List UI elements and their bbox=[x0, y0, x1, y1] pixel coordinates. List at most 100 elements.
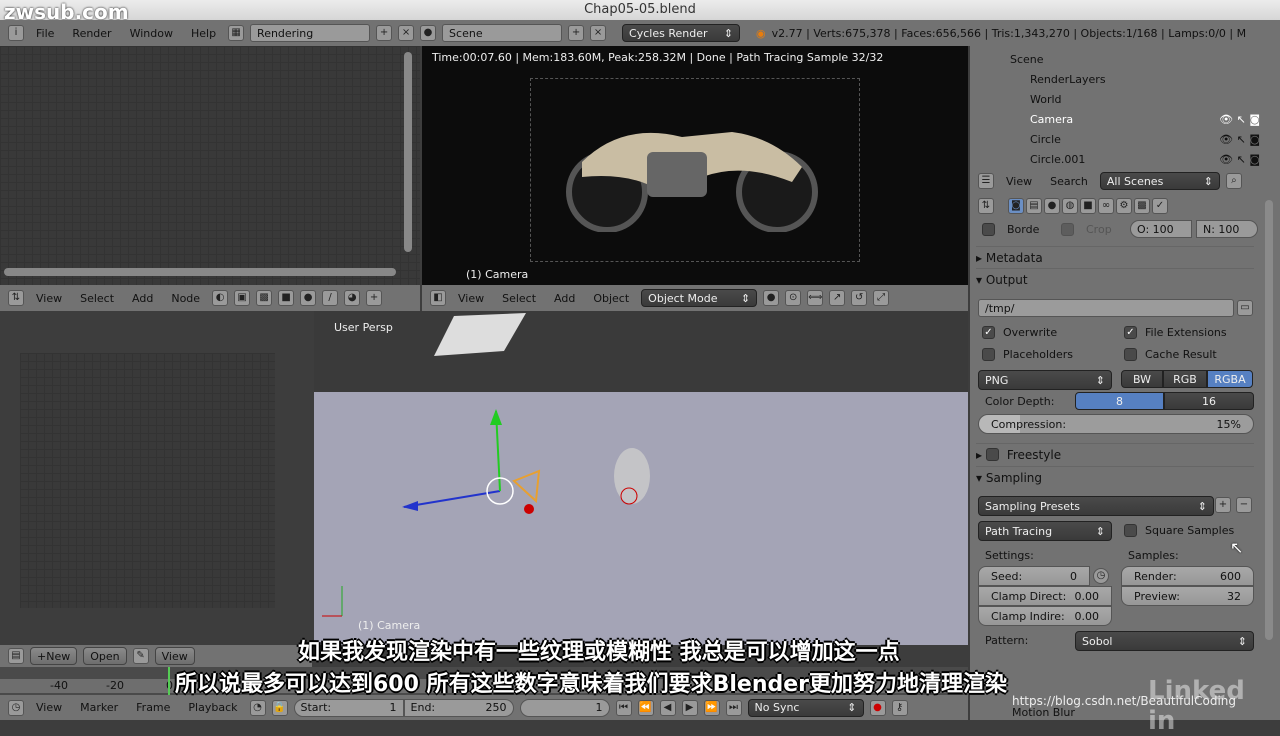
scale-icon[interactable]: ⤢ bbox=[873, 290, 890, 306]
folder-icon[interactable]: ▭ bbox=[1237, 300, 1253, 316]
engine-select[interactable]: Cycles Render ⇕ bbox=[622, 24, 741, 42]
integrator-select[interactable]: Path Tracing ⇕ bbox=[978, 521, 1112, 541]
properties-scrollbar[interactable] bbox=[1265, 200, 1273, 640]
add-preset-icon[interactable]: + bbox=[1215, 497, 1231, 513]
file-extensions-checkbox[interactable]: ✓ bbox=[1124, 326, 1137, 339]
preview-samples-field[interactable]: Preview: 32 bbox=[1121, 586, 1254, 606]
close-icon[interactable]: × bbox=[398, 25, 415, 41]
placeholders-row[interactable]: Placeholders bbox=[982, 348, 1073, 361]
menu-view[interactable]: View bbox=[1000, 175, 1038, 188]
pattern-select[interactable]: Sobol ⇕ bbox=[1075, 631, 1254, 651]
search-icon[interactable]: ⌕ bbox=[1225, 173, 1242, 189]
metadata-section[interactable]: ▸ Metadata bbox=[976, 246, 1254, 268]
current-frame-field[interactable]: 1 bbox=[519, 698, 610, 717]
compression-slider[interactable]: Compression: 15% bbox=[978, 414, 1254, 434]
seed-field[interactable]: Seed: 0 bbox=[978, 566, 1090, 586]
remove-preset-icon[interactable]: − bbox=[1236, 497, 1252, 513]
menu-render[interactable]: Render bbox=[66, 27, 117, 40]
object-tab-icon[interactable]: ■ bbox=[1080, 198, 1096, 214]
lock-icon[interactable]: 🔒 bbox=[271, 699, 288, 716]
view-menu[interactable]: View bbox=[154, 647, 195, 665]
editor-type-icon[interactable]: ◷ bbox=[8, 699, 24, 716]
outliner-item-scene[interactable]: Scene bbox=[970, 49, 1280, 69]
crop-checkbox[interactable] bbox=[1061, 222, 1074, 236]
jump-start-icon[interactable]: ⏮ bbox=[615, 699, 632, 716]
end-frame-field[interactable]: End: 250 bbox=[403, 698, 514, 717]
menu-search[interactable]: Search bbox=[1044, 175, 1094, 188]
menu-add[interactable]: Add bbox=[126, 292, 159, 305]
pivot-icon[interactable]: ⊙ bbox=[785, 290, 802, 306]
current-frame-marker[interactable] bbox=[168, 667, 170, 695]
scene-tab-icon[interactable]: ● bbox=[1044, 198, 1060, 214]
visibility-icon[interactable]: 👁 ↖ ◙ bbox=[1219, 153, 1260, 166]
editor-type-icon[interactable]: ⇅ bbox=[8, 290, 24, 306]
menu-add[interactable]: Add bbox=[548, 292, 581, 305]
n-field[interactable]: N: 100 bbox=[1196, 220, 1258, 238]
cache-result-checkbox[interactable] bbox=[1124, 348, 1137, 361]
vertical-scrollbar[interactable] bbox=[404, 52, 412, 252]
linestyle-icon[interactable]: / bbox=[322, 290, 339, 306]
node-editor[interactable] bbox=[0, 46, 420, 285]
menu-file[interactable]: File bbox=[30, 27, 60, 40]
render-tab-icon[interactable]: ◙ bbox=[1008, 198, 1024, 214]
outliner-item-world[interactable]: World bbox=[970, 89, 1280, 109]
menu-playback[interactable]: Playback bbox=[182, 701, 243, 714]
render-view[interactable]: Time:00:07.60 | Mem:183.60M, Peak:258.32… bbox=[422, 46, 968, 285]
compositor-icon[interactable]: ▣ bbox=[234, 290, 251, 306]
menu-view[interactable]: View bbox=[30, 292, 68, 305]
menu-help[interactable]: Help bbox=[185, 27, 222, 40]
editor-type-icon[interactable]: ⇅ bbox=[978, 198, 994, 214]
depth-8[interactable]: 8 bbox=[1075, 392, 1164, 410]
clamp-direct-field[interactable]: Clamp Direct: 0.00 bbox=[978, 586, 1112, 606]
keying-icon[interactable]: ⚷ bbox=[891, 699, 908, 716]
image-editor[interactable] bbox=[0, 311, 312, 645]
color-mode-rgb[interactable]: RGB bbox=[1163, 370, 1207, 388]
layout-icon[interactable]: ▦ bbox=[228, 25, 245, 41]
constraints-tab-icon[interactable]: ∞ bbox=[1098, 198, 1114, 214]
texture-tab-icon[interactable]: ▩ bbox=[1134, 198, 1150, 214]
sampling-presets-select[interactable]: Sampling Presets ⇕ bbox=[978, 496, 1214, 516]
o-field[interactable]: O: 100 bbox=[1130, 220, 1192, 238]
info-icon[interactable]: i bbox=[8, 25, 24, 41]
3d-viewport[interactable]: User Persp (1) Camera bbox=[314, 311, 968, 645]
placeholders-checkbox[interactable] bbox=[982, 348, 995, 361]
clock-icon[interactable]: ◷ bbox=[1093, 568, 1109, 584]
menu-window[interactable]: Window bbox=[124, 27, 179, 40]
overwrite-row[interactable]: ✓ Overwrite bbox=[982, 326, 1057, 339]
layers-tab-icon[interactable]: ▤ bbox=[1026, 198, 1042, 214]
modifiers-tab-icon[interactable]: ⚙ bbox=[1116, 198, 1132, 214]
editor-type-icon[interactable]: ◧ bbox=[430, 290, 446, 306]
next-keyframe-icon[interactable]: ⏩ bbox=[703, 699, 720, 716]
play-icon[interactable]: ▶ bbox=[681, 699, 698, 716]
material-icon[interactable]: ◕ bbox=[344, 290, 361, 306]
menu-view[interactable]: View bbox=[452, 292, 490, 305]
new-image-button[interactable]: + New bbox=[30, 647, 78, 665]
add-icon[interactable]: + bbox=[376, 25, 393, 41]
menu-select[interactable]: Select bbox=[74, 292, 120, 305]
render-samples-field[interactable]: Render: 600 bbox=[1121, 566, 1254, 586]
jump-end-icon[interactable]: ⏭ bbox=[725, 699, 742, 716]
outliner-item-circle-001[interactable]: Circle.001 👁 ↖ ◙ bbox=[970, 149, 1280, 169]
scene-field[interactable]: Scene bbox=[442, 24, 563, 42]
mode-select[interactable]: Object Mode ⇕ bbox=[641, 289, 758, 307]
sampling-section[interactable]: ▾ Sampling bbox=[976, 466, 1254, 488]
outliner-item-renderlayers[interactable]: RenderLayers bbox=[970, 69, 1280, 89]
freestyle-checkbox[interactable] bbox=[985, 448, 999, 461]
add-icon[interactable]: + bbox=[568, 25, 585, 41]
menu-view[interactable]: View bbox=[30, 701, 68, 714]
layout-field[interactable]: Rendering bbox=[250, 24, 371, 42]
square-samples-row[interactable]: Square Samples bbox=[1124, 524, 1234, 537]
texture-icon[interactable]: ▩ bbox=[256, 290, 273, 306]
depth-16[interactable]: 16 bbox=[1164, 392, 1254, 410]
play-reverse-icon[interactable]: ◀ bbox=[659, 699, 676, 716]
menu-node[interactable]: Node bbox=[165, 292, 206, 305]
shader-icon[interactable]: ◐ bbox=[212, 290, 229, 306]
file-extensions-row[interactable]: ✓ File Extensions bbox=[1124, 326, 1227, 339]
overwrite-checkbox[interactable]: ✓ bbox=[982, 326, 995, 339]
output-section[interactable]: ▾ Output bbox=[976, 268, 1254, 290]
particles-tab-icon[interactable]: ✓ bbox=[1152, 198, 1168, 214]
outliner-item-circle[interactable]: Circle 👁 ↖ ◙ bbox=[970, 129, 1280, 149]
square-samples-checkbox[interactable] bbox=[1124, 524, 1137, 537]
clamp-indirect-field[interactable]: Clamp Indire: 0.00 bbox=[978, 606, 1112, 626]
scene-icon[interactable]: ● bbox=[420, 25, 437, 41]
